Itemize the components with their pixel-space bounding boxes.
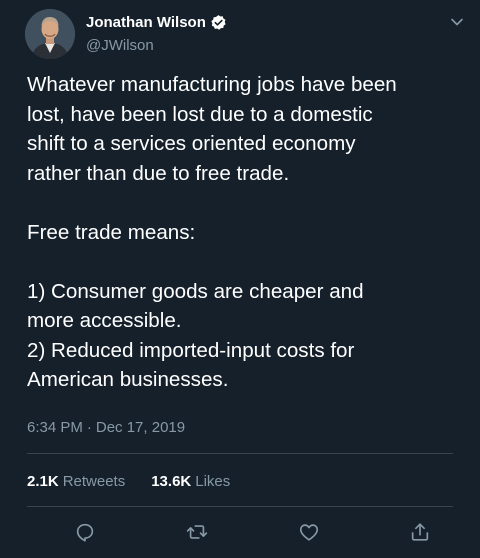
timestamp-separator: · [86,419,92,436]
divider [27,453,453,454]
tweet-card: Jonathan Wilson @JWilson Whatever manufa… [0,0,480,558]
retweets-label: Retweets [62,473,126,490]
tweet-time: 6:34 PM [27,419,83,436]
share-icon[interactable] [409,521,431,543]
verified-badge-icon [210,14,227,31]
likes-count: 13.6K [151,473,192,490]
retweets-stat[interactable]: 2.1K Retweets [27,473,125,490]
tweet-text: Whatever manufacturing jobs have been lo… [27,73,397,391]
likes-stat[interactable]: 13.6K Likes [151,473,230,490]
retweet-icon[interactable] [186,521,208,543]
person-portrait-icon [25,9,75,59]
retweets-count: 2.1K [27,473,59,490]
tweet-date: Dec 17, 2019 [95,419,186,436]
divider [27,506,453,507]
author-handle[interactable]: @JWilson [86,37,154,54]
avatar[interactable] [25,9,75,59]
author-display-name[interactable]: Jonathan Wilson [86,14,206,31]
tweet-actions [0,521,480,547]
likes-label: Likes [195,473,231,490]
tweet-stats: 2.1K Retweets 13.6K Likes [27,473,230,490]
author-name-row: Jonathan Wilson [86,14,227,31]
reply-icon[interactable] [74,521,96,543]
chevron-down-icon[interactable] [450,15,464,29]
tweet-timestamp[interactable]: 6:34 PM · Dec 17, 2019 [27,419,185,436]
like-icon[interactable] [298,521,320,543]
